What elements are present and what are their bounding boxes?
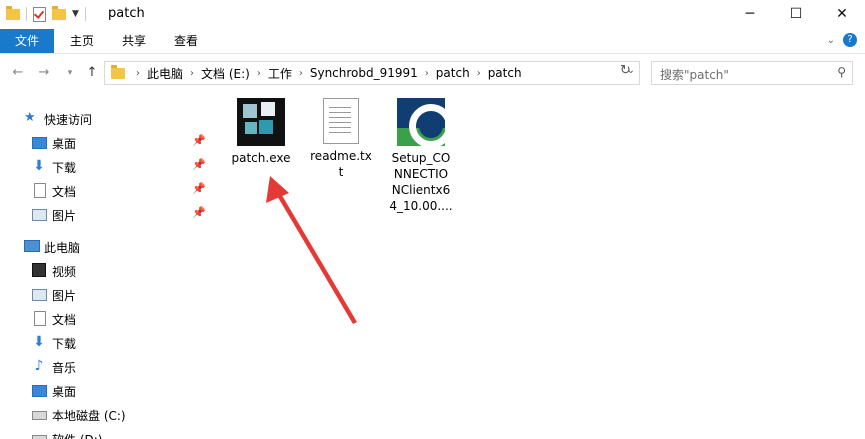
annotation-arrow-shaft [276, 192, 357, 324]
annotation-arrow [266, 176, 357, 324]
annotation-arrow-head [266, 176, 289, 203]
